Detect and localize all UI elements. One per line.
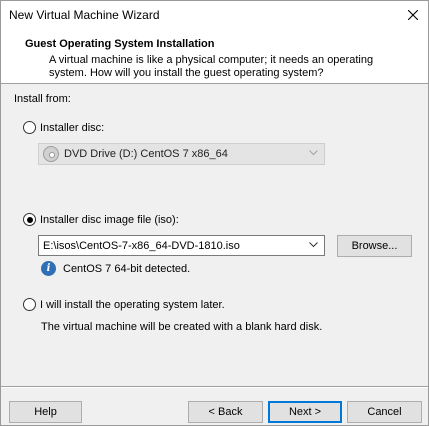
installer-disc-radio[interactable] xyxy=(23,121,36,134)
iso-label: Installer disc image file (iso): xyxy=(40,213,179,226)
detection-status: i CentOS 7 64-bit detected. xyxy=(41,261,190,276)
page-title: Guest Operating System Installation xyxy=(25,38,215,50)
install-later-option[interactable]: I will install the operating system late… xyxy=(23,298,225,311)
back-button[interactable]: < Back xyxy=(188,401,263,423)
help-button[interactable]: Help xyxy=(9,401,82,423)
detected-os-text: CentOS 7 64-bit detected. xyxy=(63,262,191,275)
page-description: A virtual machine is like a physical com… xyxy=(49,54,374,79)
close-button[interactable] xyxy=(398,1,428,29)
dvd-drive-value: DVD Drive (D:) CentOS 7 x86_64 xyxy=(64,148,228,160)
dvd-drive-icon xyxy=(43,146,59,162)
footer-divider-highlight xyxy=(1,387,428,388)
cancel-button[interactable]: Cancel xyxy=(347,401,422,423)
installer-disc-option[interactable]: Installer disc: xyxy=(23,121,104,134)
dvd-drive-select: DVD Drive (D:) CentOS 7 x86_64 xyxy=(38,143,325,165)
wizard-window: New Virtual Machine Wizard Guest Operati… xyxy=(0,0,429,426)
install-from-label: Install from: xyxy=(14,93,71,105)
wizard-header: Guest Operating System Installation A vi… xyxy=(1,29,428,84)
browse-button[interactable]: Browse... xyxy=(337,235,412,257)
next-button[interactable]: Next > xyxy=(268,401,342,423)
info-icon: i xyxy=(41,261,56,276)
install-later-radio[interactable] xyxy=(23,298,36,311)
iso-radio[interactable] xyxy=(23,213,36,226)
install-later-description: The virtual machine will be created with… xyxy=(41,321,323,333)
chevron-down-icon[interactable] xyxy=(309,240,318,250)
iso-path-combobox[interactable] xyxy=(38,235,325,256)
chevron-down-icon xyxy=(309,148,318,158)
iso-path-input[interactable] xyxy=(43,239,303,252)
install-later-label: I will install the operating system late… xyxy=(40,298,225,311)
installer-disc-label: Installer disc: xyxy=(40,121,105,134)
close-icon xyxy=(408,10,418,20)
window-title: New Virtual Machine Wizard xyxy=(9,8,160,22)
iso-option[interactable]: Installer disc image file (iso): xyxy=(23,213,179,226)
title-bar: New Virtual Machine Wizard xyxy=(1,1,428,29)
